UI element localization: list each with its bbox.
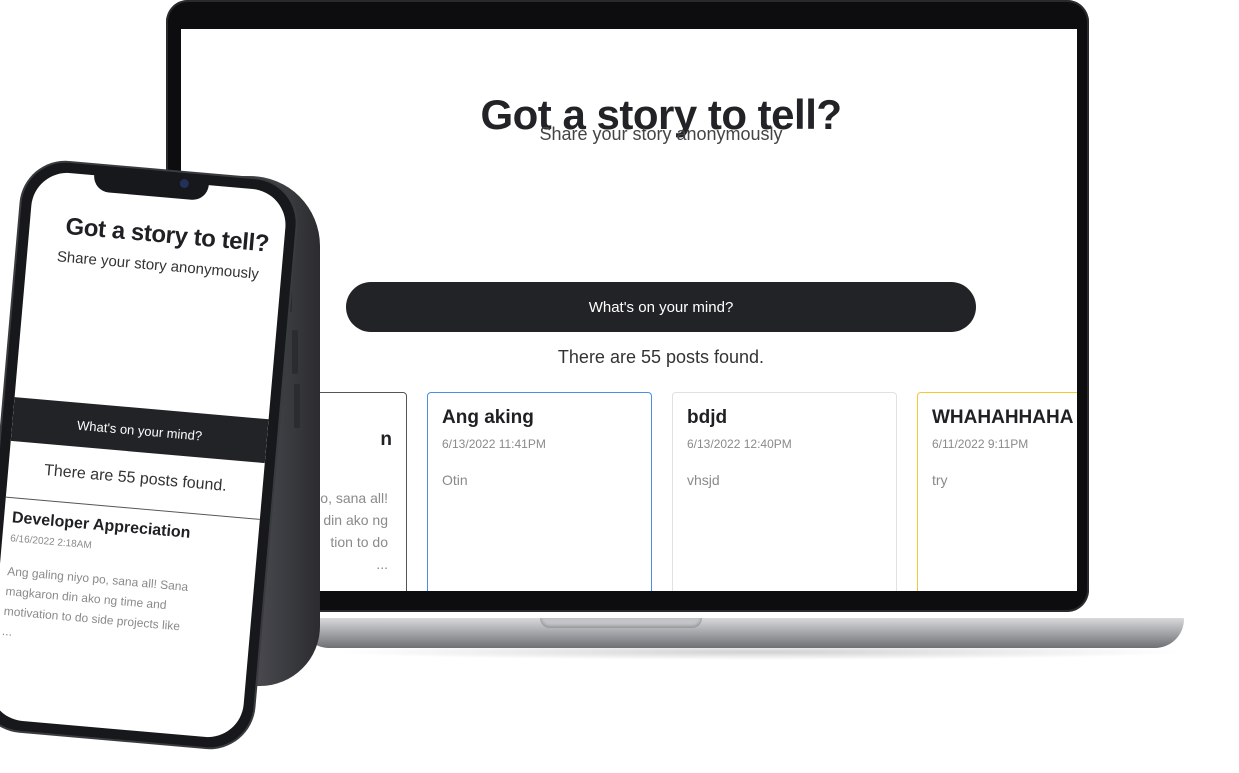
phone-volume-down	[294, 384, 300, 428]
camera-icon	[179, 178, 190, 189]
phone-screen: Got a story to tell? Share your story an…	[0, 169, 289, 741]
mobile-whats-on-your-mind-button[interactable]: What's on your mind?	[10, 397, 269, 464]
mobile-post-excerpt: Ang galing niyo po, sana all! Sana magka…	[1, 564, 189, 639]
laptop-base	[300, 618, 1184, 648]
post-date: 6/13/2022 12:40PM	[687, 437, 792, 451]
post-title: bdjd	[687, 407, 728, 428]
page-subtitle: Share your story anonymously	[539, 124, 783, 144]
whats-on-your-mind-button[interactable]: What's on your mind?	[346, 282, 976, 332]
post-date: 6/11/2022 9:11PM	[932, 437, 1029, 451]
post-card[interactable]: bdjd 6/13/2022 12:40PM vhsjd	[672, 392, 897, 591]
post-excerpt: vhsjd	[687, 472, 720, 488]
phone: Got a story to tell? Share your story an…	[0, 159, 300, 751]
post-title: WHAHAHHAHA	[932, 407, 1074, 428]
mobile-post-count: There are 55 posts found.	[43, 461, 228, 495]
post-card[interactable]: WHAHAHHAHA 6/11/2022 9:11PM try	[917, 392, 1077, 591]
laptop-opening-notch	[540, 618, 702, 628]
phone-volume-up	[292, 330, 298, 374]
post-excerpt: try	[932, 472, 948, 488]
post-title: n	[380, 429, 392, 450]
post-date: 6/13/2022 11:41PM	[442, 437, 546, 451]
post-excerpt: Otin	[442, 472, 468, 488]
mobile-post-date: 6/16/2022 2:18AM	[9, 533, 93, 552]
post-title: Ang aking	[442, 407, 534, 428]
post-card[interactable]: Ang aking 6/13/2022 11:41PM Otin	[427, 392, 652, 591]
